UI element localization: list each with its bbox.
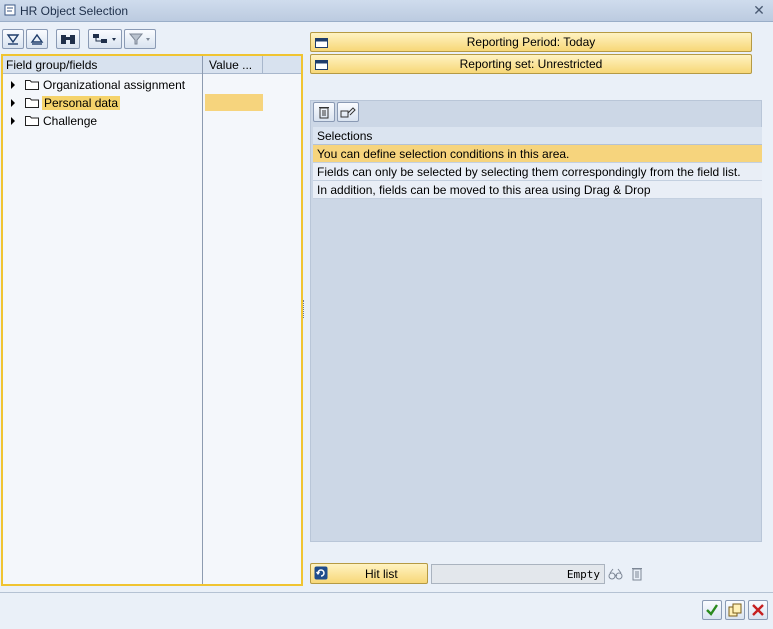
window-title: HR Object Selection: [20, 4, 129, 18]
cancel-icon: [752, 604, 764, 616]
hit-list-field: Empty: [431, 564, 605, 584]
selection-options-button[interactable]: [337, 102, 359, 122]
expand-arrow-icon[interactable]: [11, 81, 15, 89]
delete-selection-button[interactable]: [313, 102, 335, 122]
value-column-header[interactable]: Value ...: [209, 58, 252, 72]
selection-row[interactable]: In addition, fields can be moved to this…: [313, 181, 762, 199]
collapse-icon: [30, 33, 44, 45]
glasses-icon: [608, 568, 623, 579]
selection-panel: Selections You can define selection cond…: [310, 100, 762, 542]
reporting-period-button[interactable]: Reporting Period: Today: [310, 32, 752, 52]
folder-icon: [25, 116, 39, 126]
tree-item-personal-data[interactable]: Personal data: [3, 94, 201, 112]
value-cell-selected[interactable]: [205, 94, 263, 111]
reporting-set-button[interactable]: Reporting set: Unrestricted: [310, 54, 752, 74]
window-icon: [4, 4, 16, 16]
filter-dropdown-button[interactable]: [124, 29, 156, 49]
tree-item-label: Personal data: [42, 96, 121, 110]
selection-row[interactable]: You can define selection conditions in t…: [313, 145, 762, 163]
field-group-column-header[interactable]: Field group/fields: [6, 58, 97, 72]
tree-item-label: Organizational assignment: [43, 78, 186, 92]
filter-icon: [128, 33, 150, 45]
hit-list-button[interactable]: Hit list: [310, 563, 428, 584]
cancel-button[interactable]: [748, 600, 768, 620]
selections-header: Selections: [313, 127, 762, 145]
collapse-all-button[interactable]: [26, 29, 48, 49]
field-tree-panel: Field group/fields Value ... Organizatio…: [1, 54, 303, 586]
expand-arrow-icon[interactable]: [11, 99, 15, 107]
hit-list-delete-button[interactable]: [627, 563, 647, 584]
panel-splitter[interactable]: [303, 300, 306, 318]
hit-list-value: Empty: [566, 568, 600, 581]
expand-icon: [6, 34, 20, 45]
left-toolbar: [2, 29, 156, 51]
copy-icon: [728, 603, 742, 617]
folder-icon: [25, 80, 39, 90]
hierarchy-icon: [93, 34, 116, 43]
trash-icon: [319, 107, 329, 119]
selection-row[interactable]: Fields can only be selected by selecting…: [313, 163, 762, 181]
tree-item-organizational-assignment[interactable]: Organizational assignment: [3, 76, 201, 94]
period-icon: [315, 38, 328, 48]
trash-icon: [632, 568, 642, 581]
check-icon: [706, 604, 718, 616]
reporting-period-label: Reporting Period: Today: [466, 35, 596, 49]
expand-arrow-icon[interactable]: [11, 117, 15, 125]
binoculars-icon: [61, 35, 75, 44]
selection-list: Selections You can define selection cond…: [313, 127, 762, 199]
refresh-icon: [314, 566, 328, 580]
folder-icon: [25, 98, 39, 108]
options-icon: [340, 107, 356, 118]
hit-list-label: Hit list: [365, 567, 398, 581]
tree-item-label: Challenge: [43, 114, 98, 128]
selection-toolbar: [313, 101, 359, 123]
tree-header: Field group/fields Value ...: [3, 56, 301, 74]
confirm-button[interactable]: [702, 600, 722, 620]
expand-all-button[interactable]: [2, 29, 24, 49]
title-bar: HR Object Selection ✕: [0, 0, 773, 22]
hit-list-settings-button[interactable]: [606, 563, 626, 584]
copy-button[interactable]: [725, 600, 745, 620]
close-icon[interactable]: ✕: [751, 2, 767, 18]
reporting-set-label: Reporting set: Unrestricted: [459, 57, 603, 71]
layout-dropdown-button[interactable]: [88, 29, 122, 49]
set-icon: [315, 60, 328, 70]
tree-item-challenge[interactable]: Challenge: [3, 112, 201, 130]
find-button[interactable]: [56, 29, 80, 49]
